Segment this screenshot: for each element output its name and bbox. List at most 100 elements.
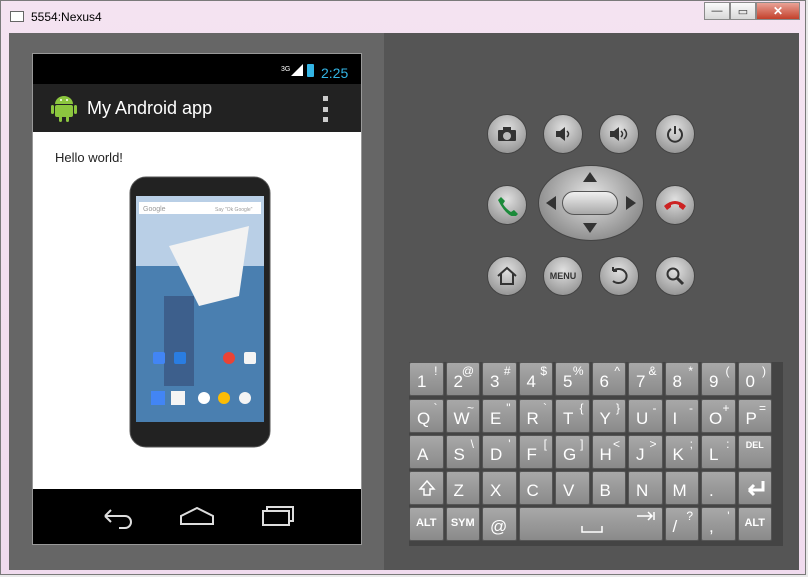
key-o[interactable]: O + bbox=[701, 399, 736, 433]
back-icon[interactable] bbox=[97, 503, 137, 529]
key-main-label: 1 bbox=[417, 372, 427, 391]
minimize-button[interactable]: — bbox=[704, 2, 730, 20]
dpad-left-icon[interactable] bbox=[546, 196, 556, 210]
key-h[interactable]: H < bbox=[591, 435, 626, 469]
key-s[interactable]: S \ bbox=[445, 435, 480, 469]
key-m[interactable]: M bbox=[664, 471, 699, 505]
key-4[interactable]: 4 $ bbox=[518, 362, 553, 396]
key-p[interactable]: P = bbox=[737, 399, 772, 433]
key-sub-label: { bbox=[579, 401, 584, 415]
key-e[interactable]: E " bbox=[482, 399, 517, 433]
key-main-label: B bbox=[599, 481, 611, 500]
key-a[interactable]: A bbox=[409, 435, 444, 469]
key-sub-label: = bbox=[758, 401, 766, 415]
key-j[interactable]: J > bbox=[628, 435, 663, 469]
end-call-button[interactable] bbox=[655, 185, 695, 225]
device-screen[interactable]: 3G 2:25 My Android app Hello world! Goog… bbox=[32, 53, 362, 545]
key-main-label: 0 bbox=[745, 372, 755, 391]
key-at[interactable]: @ bbox=[482, 507, 517, 541]
key-shift[interactable] bbox=[409, 471, 444, 505]
dpad-down-icon[interactable] bbox=[583, 223, 597, 233]
key-y[interactable]: Y} bbox=[591, 399, 626, 433]
dpad-center-button[interactable] bbox=[562, 191, 618, 215]
key-main-label: F bbox=[526, 445, 537, 464]
key-sym[interactable]: SYM bbox=[445, 507, 480, 541]
recent-apps-icon[interactable] bbox=[257, 503, 297, 529]
key-w[interactable]: W ~ bbox=[445, 399, 480, 433]
dpad-up-icon[interactable] bbox=[583, 172, 597, 182]
key-sub-label: ; bbox=[689, 437, 693, 451]
key-u[interactable]: U- bbox=[628, 399, 663, 433]
key-alt-left[interactable]: ALT bbox=[409, 507, 444, 541]
power-button[interactable] bbox=[655, 114, 695, 154]
app-title: My Android app bbox=[87, 98, 213, 118]
key-main-label: M bbox=[672, 481, 687, 500]
device-pane: 3G 2:25 My Android app Hello world! Goog… bbox=[9, 33, 384, 570]
emulator-client: 3G 2:25 My Android app Hello world! Goog… bbox=[9, 33, 799, 570]
key-x[interactable]: X bbox=[482, 471, 517, 505]
key-9[interactable]: 9( bbox=[701, 362, 736, 396]
key-6[interactable]: 6 ^ bbox=[591, 362, 626, 396]
key-main-label: L bbox=[709, 445, 719, 464]
key-0[interactable]: 0) bbox=[737, 362, 772, 396]
dpad-right-icon[interactable] bbox=[626, 196, 636, 210]
key-main-label: K bbox=[672, 445, 684, 464]
home-button[interactable] bbox=[487, 256, 527, 296]
key-i[interactable]: I- bbox=[664, 399, 699, 433]
home-icon[interactable] bbox=[177, 503, 217, 529]
key-delete[interactable]: DEL bbox=[737, 435, 772, 469]
hello-text: Hello world! bbox=[55, 150, 123, 165]
key-space[interactable] bbox=[518, 507, 663, 541]
call-icon bbox=[498, 197, 518, 216]
close-button[interactable]: ✕ bbox=[756, 2, 800, 20]
android-logo-icon[interactable] bbox=[51, 93, 77, 123]
key-period[interactable]: . bbox=[701, 471, 736, 505]
key-d[interactable]: D ' bbox=[482, 435, 517, 469]
key-sub-label: ] bbox=[580, 437, 584, 451]
key-g[interactable]: G] bbox=[555, 435, 590, 469]
slash-label: / bbox=[672, 517, 678, 536]
key-sub-label: ) bbox=[762, 364, 766, 378]
key-q[interactable]: Q ` bbox=[409, 399, 444, 433]
volume-up-button[interactable] bbox=[599, 114, 639, 154]
key-r[interactable]: R ` bbox=[518, 399, 553, 433]
key-sub-label: + bbox=[722, 401, 730, 415]
key-3[interactable]: 3 # bbox=[482, 362, 517, 396]
key-sub-label: } bbox=[615, 401, 620, 415]
key-comma[interactable]: , ' bbox=[701, 507, 736, 541]
nav-bar bbox=[33, 489, 361, 544]
key-main-label: D bbox=[490, 445, 503, 464]
key-l[interactable]: L: bbox=[701, 435, 736, 469]
key-7[interactable]: 7 & bbox=[628, 362, 663, 396]
key-alt-right[interactable]: ALT bbox=[737, 507, 772, 541]
key-sub-label: ^ bbox=[614, 364, 620, 378]
key-sub-label: ! bbox=[434, 364, 438, 378]
key-sub-label: * bbox=[688, 364, 693, 378]
key-f[interactable]: F[ bbox=[518, 435, 553, 469]
key-n[interactable]: N bbox=[628, 471, 663, 505]
key-v[interactable]: V bbox=[555, 471, 590, 505]
back-button[interactable] bbox=[599, 256, 639, 296]
overflow-menu-icon[interactable] bbox=[323, 96, 329, 122]
search-button[interactable] bbox=[655, 256, 695, 296]
call-button[interactable] bbox=[487, 185, 527, 225]
sym-label: SYM bbox=[450, 517, 475, 529]
screenshot-search-text: Google bbox=[143, 206, 166, 213]
camera-button[interactable] bbox=[487, 114, 527, 154]
window-controls: — ▭ ✕ bbox=[704, 2, 800, 20]
key-c[interactable]: C bbox=[518, 471, 553, 505]
key-5[interactable]: 5% bbox=[555, 362, 590, 396]
maximize-button[interactable]: ▭ bbox=[730, 2, 756, 20]
menu-button[interactable]: MENU bbox=[543, 256, 583, 296]
key-z[interactable]: Z bbox=[445, 471, 480, 505]
key-enter[interactable] bbox=[737, 471, 772, 505]
key-8[interactable]: 8 * bbox=[664, 362, 699, 396]
key-t[interactable]: T{ bbox=[555, 399, 590, 433]
key-b[interactable]: B bbox=[591, 471, 626, 505]
key-k[interactable]: K; bbox=[664, 435, 699, 469]
key-1[interactable]: 1! bbox=[409, 362, 444, 396]
key-2[interactable]: 2 @ bbox=[445, 362, 480, 396]
volume-down-button[interactable] bbox=[543, 114, 583, 154]
title-bar[interactable]: 5554:Nexus4 — ▭ ✕ bbox=[1, 1, 807, 33]
key-slash[interactable]: /? bbox=[664, 507, 699, 541]
